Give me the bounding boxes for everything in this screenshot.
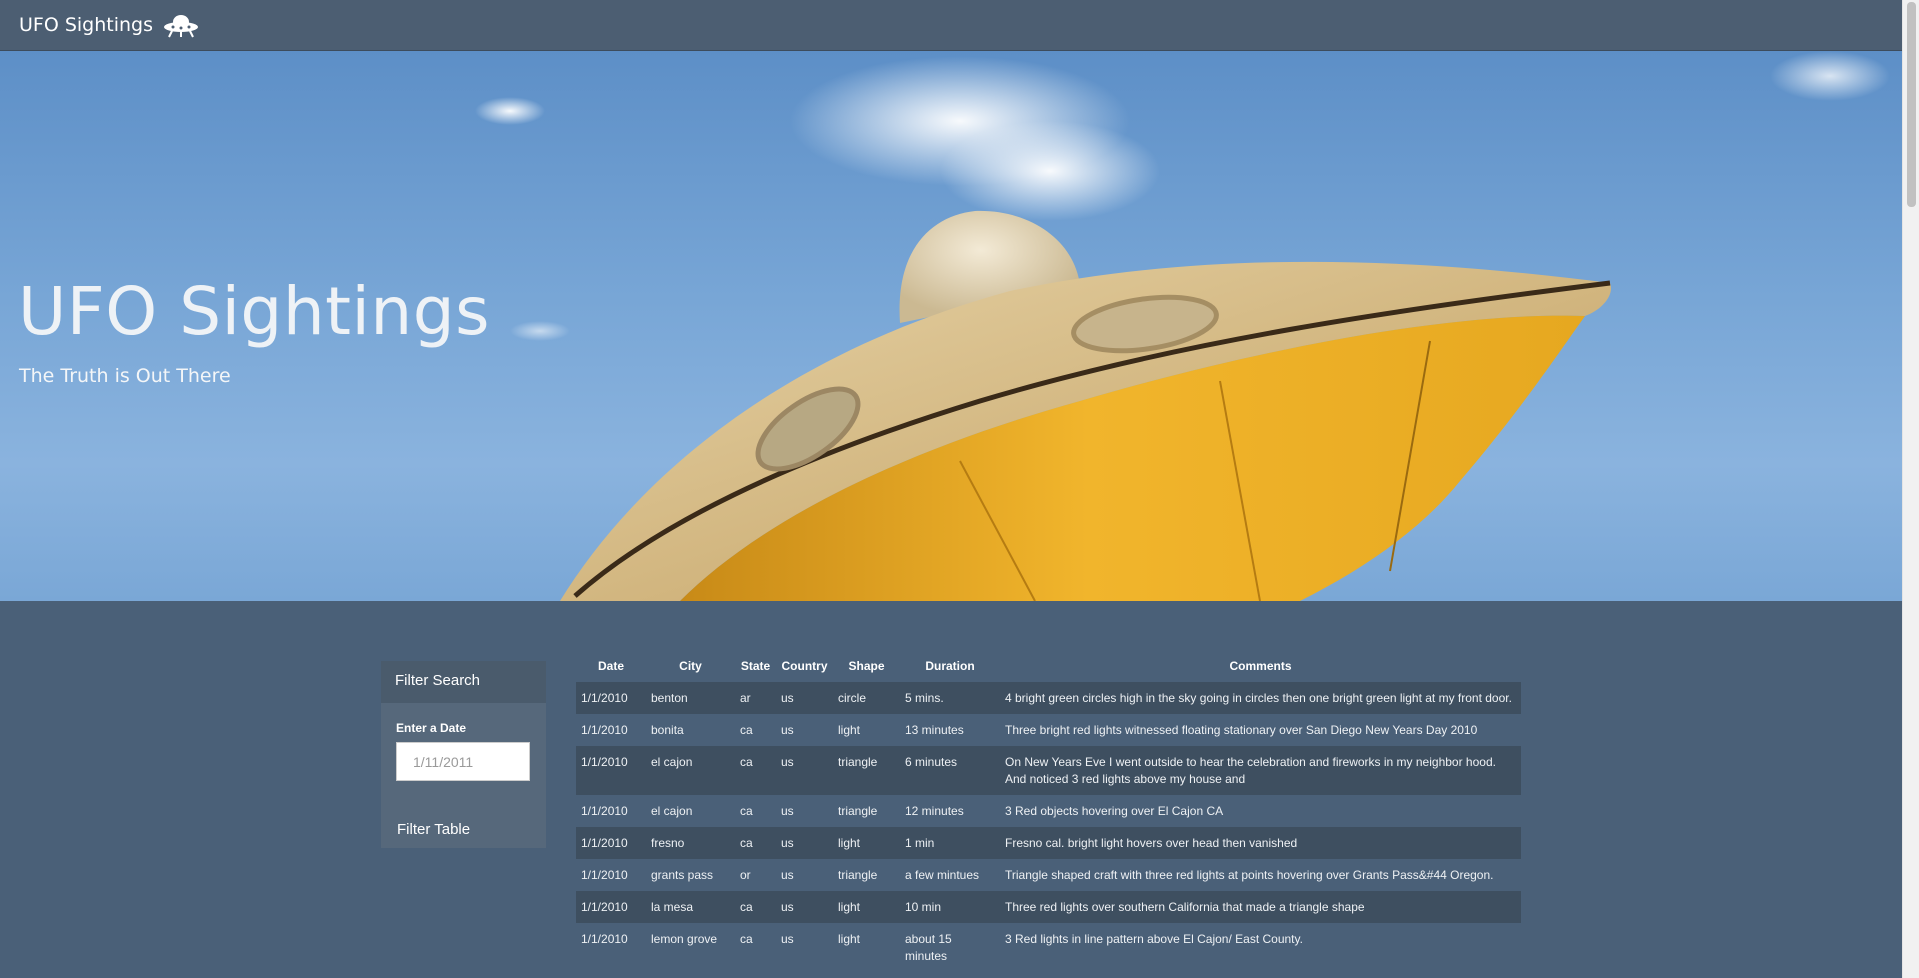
cell-shape: light	[838, 836, 861, 850]
cell-state: ca	[740, 932, 753, 946]
cell-city: lemon grove	[651, 932, 718, 946]
table-header-row: Date City State Country Shape Duration C…	[576, 655, 1521, 682]
table-row: 1/1/2010 el cajon ca us triangle 6 minut…	[576, 746, 1521, 795]
cell-duration: 13 minutes	[905, 723, 964, 737]
cell-country: us	[781, 900, 794, 914]
cell-city: el cajon	[651, 804, 693, 818]
date-label: Enter a Date	[396, 721, 467, 735]
cell-date: 1/1/2010	[581, 868, 628, 882]
cell-shape: triangle	[838, 868, 878, 882]
filter-panel: Filter Search Enter a Date Filter Table	[381, 661, 546, 848]
navbar: UFO Sightings	[0, 0, 1902, 51]
cell-state: ar	[740, 691, 751, 705]
cell-city: bonita	[651, 723, 684, 737]
filter-body: Enter a Date Filter Table	[381, 703, 546, 838]
scrollbar-thumb[interactable]	[1907, 2, 1916, 207]
cell-city: grants pass	[651, 868, 714, 882]
cell-comments: Three red lights over southern Californi…	[1005, 900, 1365, 914]
cell-duration: 5 mins.	[905, 691, 944, 705]
table-row: 1/1/2010 bonita ca us light 13 minutes T…	[576, 714, 1521, 746]
cell-comments: 3 Red lights in line pattern above El Ca…	[1005, 932, 1303, 946]
table-row: 1/1/2010 fresno ca us light 1 min Fresno…	[576, 827, 1521, 859]
cell-duration: 6 minutes	[905, 755, 958, 769]
header-city: City	[679, 659, 702, 673]
cell-city: fresno	[651, 836, 685, 850]
cell-comments: 3 Red objects hovering over El Cajon CA	[1005, 804, 1224, 818]
cell-state: ca	[740, 755, 753, 769]
cell-shape: light	[838, 723, 861, 737]
header-country: Country	[781, 659, 828, 673]
cell-country: us	[781, 836, 794, 850]
cell-comments: Triangle shaped craft with three red lig…	[1005, 868, 1494, 882]
page-scrollbar[interactable]	[1902, 0, 1919, 978]
cell-date: 1/1/2010	[581, 804, 628, 818]
cell-duration: 1 min	[905, 836, 935, 850]
cell-date: 1/1/2010	[581, 755, 628, 769]
cell-country: us	[781, 691, 794, 705]
cell-duration: 10 min	[905, 900, 942, 914]
cell-shape: light	[838, 932, 861, 946]
hero-title: UFO Sightings	[18, 273, 490, 350]
cell-country: us	[781, 755, 794, 769]
cell-comments: Fresno cal. bright light hovers over hea…	[1005, 836, 1298, 850]
header-date: Date	[597, 659, 624, 673]
brand-link[interactable]: UFO Sightings	[19, 12, 199, 38]
cell-date: 1/1/2010	[581, 691, 628, 705]
cell-state: ca	[740, 900, 753, 914]
table-row: 1/1/2010 el cajon ca us triangle 12 minu…	[576, 795, 1521, 827]
cell-date: 1/1/2010	[581, 723, 628, 737]
cell-shape: triangle	[838, 804, 878, 818]
cell-duration: a few mintues	[905, 868, 980, 882]
cell-country: us	[781, 723, 794, 737]
cell-city: benton	[651, 691, 688, 705]
filter-table-button[interactable]: Filter Table	[397, 821, 470, 838]
cell-comments: 4 bright green circles high in the sky g…	[1005, 691, 1512, 705]
cell-country: us	[781, 804, 794, 818]
header-shape: Shape	[848, 659, 885, 673]
cell-country: us	[781, 932, 794, 946]
table-row: 1/1/2010 lemon grove ca us light about 1…	[576, 923, 1521, 972]
cell-comments: On New Years Eve I went outside to hear …	[1005, 755, 1496, 786]
filter-heading: Filter Search	[381, 661, 546, 703]
header-comments: Comments	[1229, 659, 1292, 673]
cell-shape: light	[838, 900, 861, 914]
hero-banner: UFO Sightings The Truth is Out There	[0, 51, 1902, 601]
cell-duration: 12 minutes	[905, 804, 964, 818]
cell-date: 1/1/2010	[581, 836, 628, 850]
header-state: State	[740, 659, 771, 673]
cell-shape: circle	[838, 691, 867, 705]
cell-state: or	[740, 868, 751, 882]
table-row: 1/1/2010 grants pass or us triangle a fe…	[576, 859, 1521, 891]
hero-subtitle: The Truth is Out There	[19, 365, 231, 387]
ufo-table: Date City State Country Shape Duration C…	[576, 655, 1521, 972]
brand-title: UFO Sightings	[19, 14, 154, 36]
cell-city: el cajon	[651, 755, 693, 769]
table-row: 1/1/2010 benton ar us circle 5 mins. 4 b…	[576, 682, 1521, 714]
ufo-icon	[164, 15, 199, 38]
cell-duration: about 15 minutes	[905, 932, 952, 963]
cell-country: us	[781, 868, 794, 882]
header-duration: Duration	[925, 659, 975, 673]
cell-date: 1/1/2010	[581, 932, 628, 946]
cell-date: 1/1/2010	[581, 900, 628, 914]
cell-comments: Three bright red lights witnessed floati…	[1005, 723, 1478, 737]
table-row: 1/1/2010 la mesa ca us light 10 min Thre…	[576, 891, 1521, 923]
cell-city: la mesa	[651, 900, 694, 914]
cell-shape: triangle	[838, 755, 878, 769]
date-input[interactable]	[396, 742, 530, 781]
cell-state: ca	[740, 723, 753, 737]
cell-state: ca	[740, 804, 753, 818]
cell-state: ca	[740, 836, 753, 850]
